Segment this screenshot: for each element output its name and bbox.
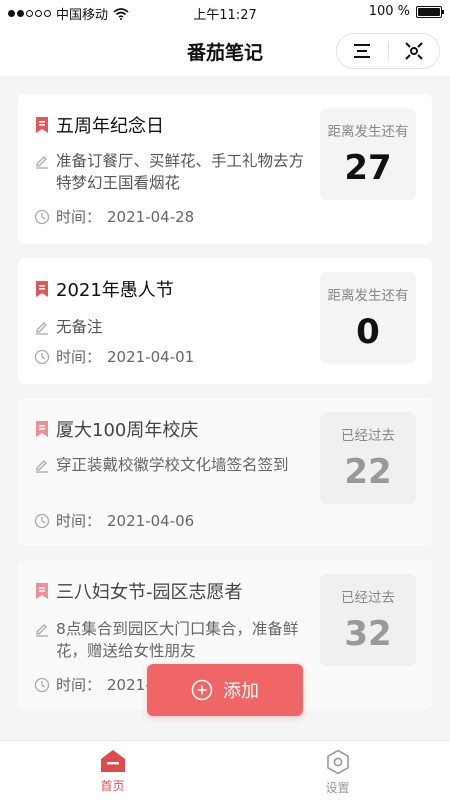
event-title: 五周年纪念日 (56, 116, 164, 137)
bookmark-icon (36, 281, 48, 297)
countdown-label: 已经过去 (341, 428, 395, 444)
event-time-row: 时间： 2021-04-01 (34, 346, 194, 367)
tab-home[interactable]: 首页 (0, 741, 225, 800)
time-label: 时间： (56, 676, 102, 694)
countdown-label: 已经过去 (341, 590, 395, 606)
plus-circle-icon (191, 679, 213, 701)
status-bar: 中国移动 上午11:27 100 % (0, 0, 450, 26)
event-note-row: 无备注 (34, 316, 306, 338)
clock-icon (34, 209, 50, 224)
event-date: 2021-04-06 (107, 511, 195, 530)
event-title: 厦大100周年校庆 (56, 420, 199, 441)
pencil-icon (36, 460, 48, 473)
bookmark-icon (36, 583, 48, 599)
event-title: 三八妇女节-园区志愿者 (56, 582, 243, 603)
event-card[interactable]: 五周年纪念日 准备订餐厅、买鲜花、手工礼物去方特梦幻王国看烟花 时间： 2021-… (18, 94, 432, 244)
tab-settings[interactable]: 设置 (225, 741, 450, 800)
countdown-box: 距离发生还有 0 (320, 272, 416, 364)
home-icon (100, 750, 125, 772)
status-right: 100 % (368, 4, 444, 19)
event-time-row: 时间： 2021- (34, 674, 151, 695)
event-title-row: 五周年纪念日 (34, 112, 164, 138)
countdown-box: 距离发生还有 27 (320, 108, 416, 200)
time-label: 时间： (56, 208, 102, 226)
time-label: 时间： (56, 512, 102, 530)
countdown-box: 已经过去 22 (320, 412, 416, 504)
countdown-label: 距离发生还有 (327, 124, 409, 140)
nav-bar: 番茄笔记 (0, 26, 450, 76)
event-note-row: 穿正装戴校徽学校文化墙签名签到 (34, 454, 306, 476)
event-date: 2021- (107, 675, 151, 694)
event-date: 2021-04-01 (107, 347, 195, 366)
tab-label: 首页 (100, 779, 125, 793)
event-list[interactable]: 五周年纪念日 准备订餐厅、买鲜花、手工礼物去方特梦幻王国看烟花 时间： 2021-… (0, 76, 450, 740)
event-title-row: 厦大100周年校庆 (34, 416, 198, 442)
battery-percent: 100 % (368, 4, 410, 19)
menu-button[interactable] (337, 34, 388, 68)
event-title-row: 三八妇女节-园区志愿者 (34, 578, 243, 604)
clock-icon (34, 677, 50, 692)
event-note: 8点集合到园区大门口集合，准备鲜花，赠送给女性朋友 (56, 620, 299, 660)
bookmark-icon (36, 421, 48, 437)
event-card[interactable]: 厦大100周年校庆 穿正装戴校徽学校文化墙签名签到 时间： 2021-04-06 … (18, 398, 432, 546)
battery-fill (418, 7, 440, 16)
countdown-days: 0 (356, 312, 380, 352)
event-note: 无备注 (56, 318, 103, 336)
time-label: 时间： (56, 348, 102, 366)
battery-icon (416, 5, 444, 18)
event-note-row: 8点集合到园区大门口集合，准备鲜花，赠送给女性朋友 (34, 618, 306, 662)
event-note: 准备订餐厅、买鲜花、手工礼物去方特梦幻王国看烟花 (56, 152, 305, 192)
event-date: 2021-04-28 (107, 207, 195, 226)
tab-bar: 首页 设置 (0, 740, 450, 800)
countdown-days: 27 (344, 148, 392, 188)
add-button[interactable]: 添加 (147, 664, 303, 716)
pencil-icon (36, 322, 48, 335)
countdown-box: 已经过去 32 (320, 574, 416, 666)
tab-label: 设置 (325, 781, 350, 795)
clock-icon (34, 349, 50, 364)
event-title: 2021年愚人节 (56, 280, 174, 301)
menu-icon (354, 44, 371, 58)
event-note: 穿正装戴校徽学校文化墙签名签到 (56, 456, 289, 474)
pencil-icon (36, 624, 48, 637)
pencil-icon (36, 156, 48, 169)
add-button-label: 添加 (223, 681, 259, 702)
event-title-row: 2021年愚人节 (34, 276, 174, 302)
capsule-close-icon (405, 42, 423, 60)
close-button[interactable] (388, 34, 439, 68)
event-note-row: 准备订餐厅、买鲜花、手工礼物去方特梦幻王国看烟花 (34, 150, 306, 194)
event-time-row: 时间： 2021-04-06 (34, 510, 194, 531)
settings-hexagon-icon (326, 749, 349, 775)
event-time-row: 时间： 2021-04-28 (34, 206, 194, 227)
event-card[interactable]: 2021年愚人节 无备注 时间： 2021-04-01 距离发生还有 0 (18, 258, 432, 384)
mini-program-capsule (336, 33, 440, 69)
countdown-days: 32 (344, 614, 392, 654)
countdown-label: 距离发生还有 (327, 288, 409, 304)
countdown-days: 22 (344, 452, 392, 492)
bookmark-icon (36, 117, 48, 133)
clock-icon (34, 513, 50, 528)
